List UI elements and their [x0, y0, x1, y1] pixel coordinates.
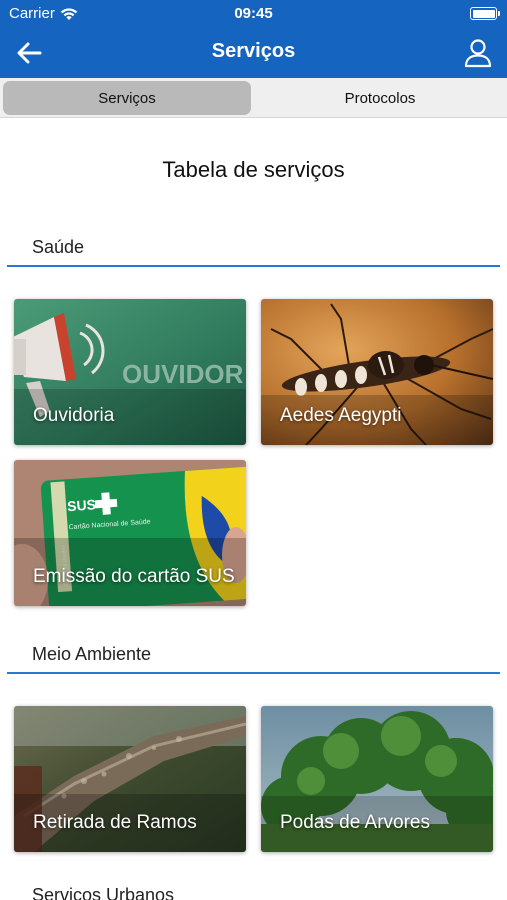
tab-servicos[interactable]: Serviços: [3, 81, 251, 115]
nav-bar: Serviços: [0, 28, 507, 78]
card-label: Aedes Aegypti: [280, 405, 402, 426]
battery-icon: [470, 7, 500, 20]
section-header-servicos-urbanos: Serviços Urbanos: [32, 885, 175, 900]
card-label: Retirada de Ramos: [33, 812, 197, 833]
section-header-saude: Saúde: [7, 231, 500, 267]
segmented-tabs: Serviços Protocolos: [0, 78, 507, 118]
service-card-retirada-de-ramos[interactable]: Retirada de Ramos: [14, 706, 246, 852]
card-label: Ouvidoria: [33, 405, 115, 426]
card-label: Podas de Arvores: [280, 812, 430, 833]
section-header-meio-ambiente: Meio Ambiente: [7, 638, 500, 674]
arrow-left-icon: [17, 42, 42, 64]
back-button[interactable]: [12, 38, 46, 68]
service-card-podas-de-arvores[interactable]: Podas de Arvores: [261, 706, 493, 852]
user-profile-button[interactable]: [461, 36, 495, 70]
service-card-emissao-cartao-sus[interactable]: SUS Cartão Nacional de Saúde Cartão do U…: [14, 460, 246, 606]
section-title: Meio Ambiente: [32, 644, 152, 664]
section-title: Saúde: [32, 237, 85, 257]
clock: 09:45: [234, 5, 273, 22]
service-card-aedes-aegypti[interactable]: Aedes Aegypti: [261, 299, 493, 445]
page-header-title: Serviços: [211, 40, 296, 62]
service-card-ouvidoria[interactable]: OUVIDOR Ouvidoria: [14, 299, 246, 445]
svg-text:SUS: SUS: [67, 496, 97, 514]
status-bar: Carrier 09:45: [0, 0, 507, 28]
svg-text:OUVIDOR: OUVIDOR: [122, 359, 244, 389]
user-icon: [464, 39, 492, 68]
page-title: Tabela de serviços: [162, 157, 345, 182]
tab-protocolos[interactable]: Protocolos: [256, 81, 504, 115]
card-label: Emissão do cartão SUS: [33, 566, 235, 587]
app-header: Carrier 09:45 Serviços: [0, 0, 507, 78]
